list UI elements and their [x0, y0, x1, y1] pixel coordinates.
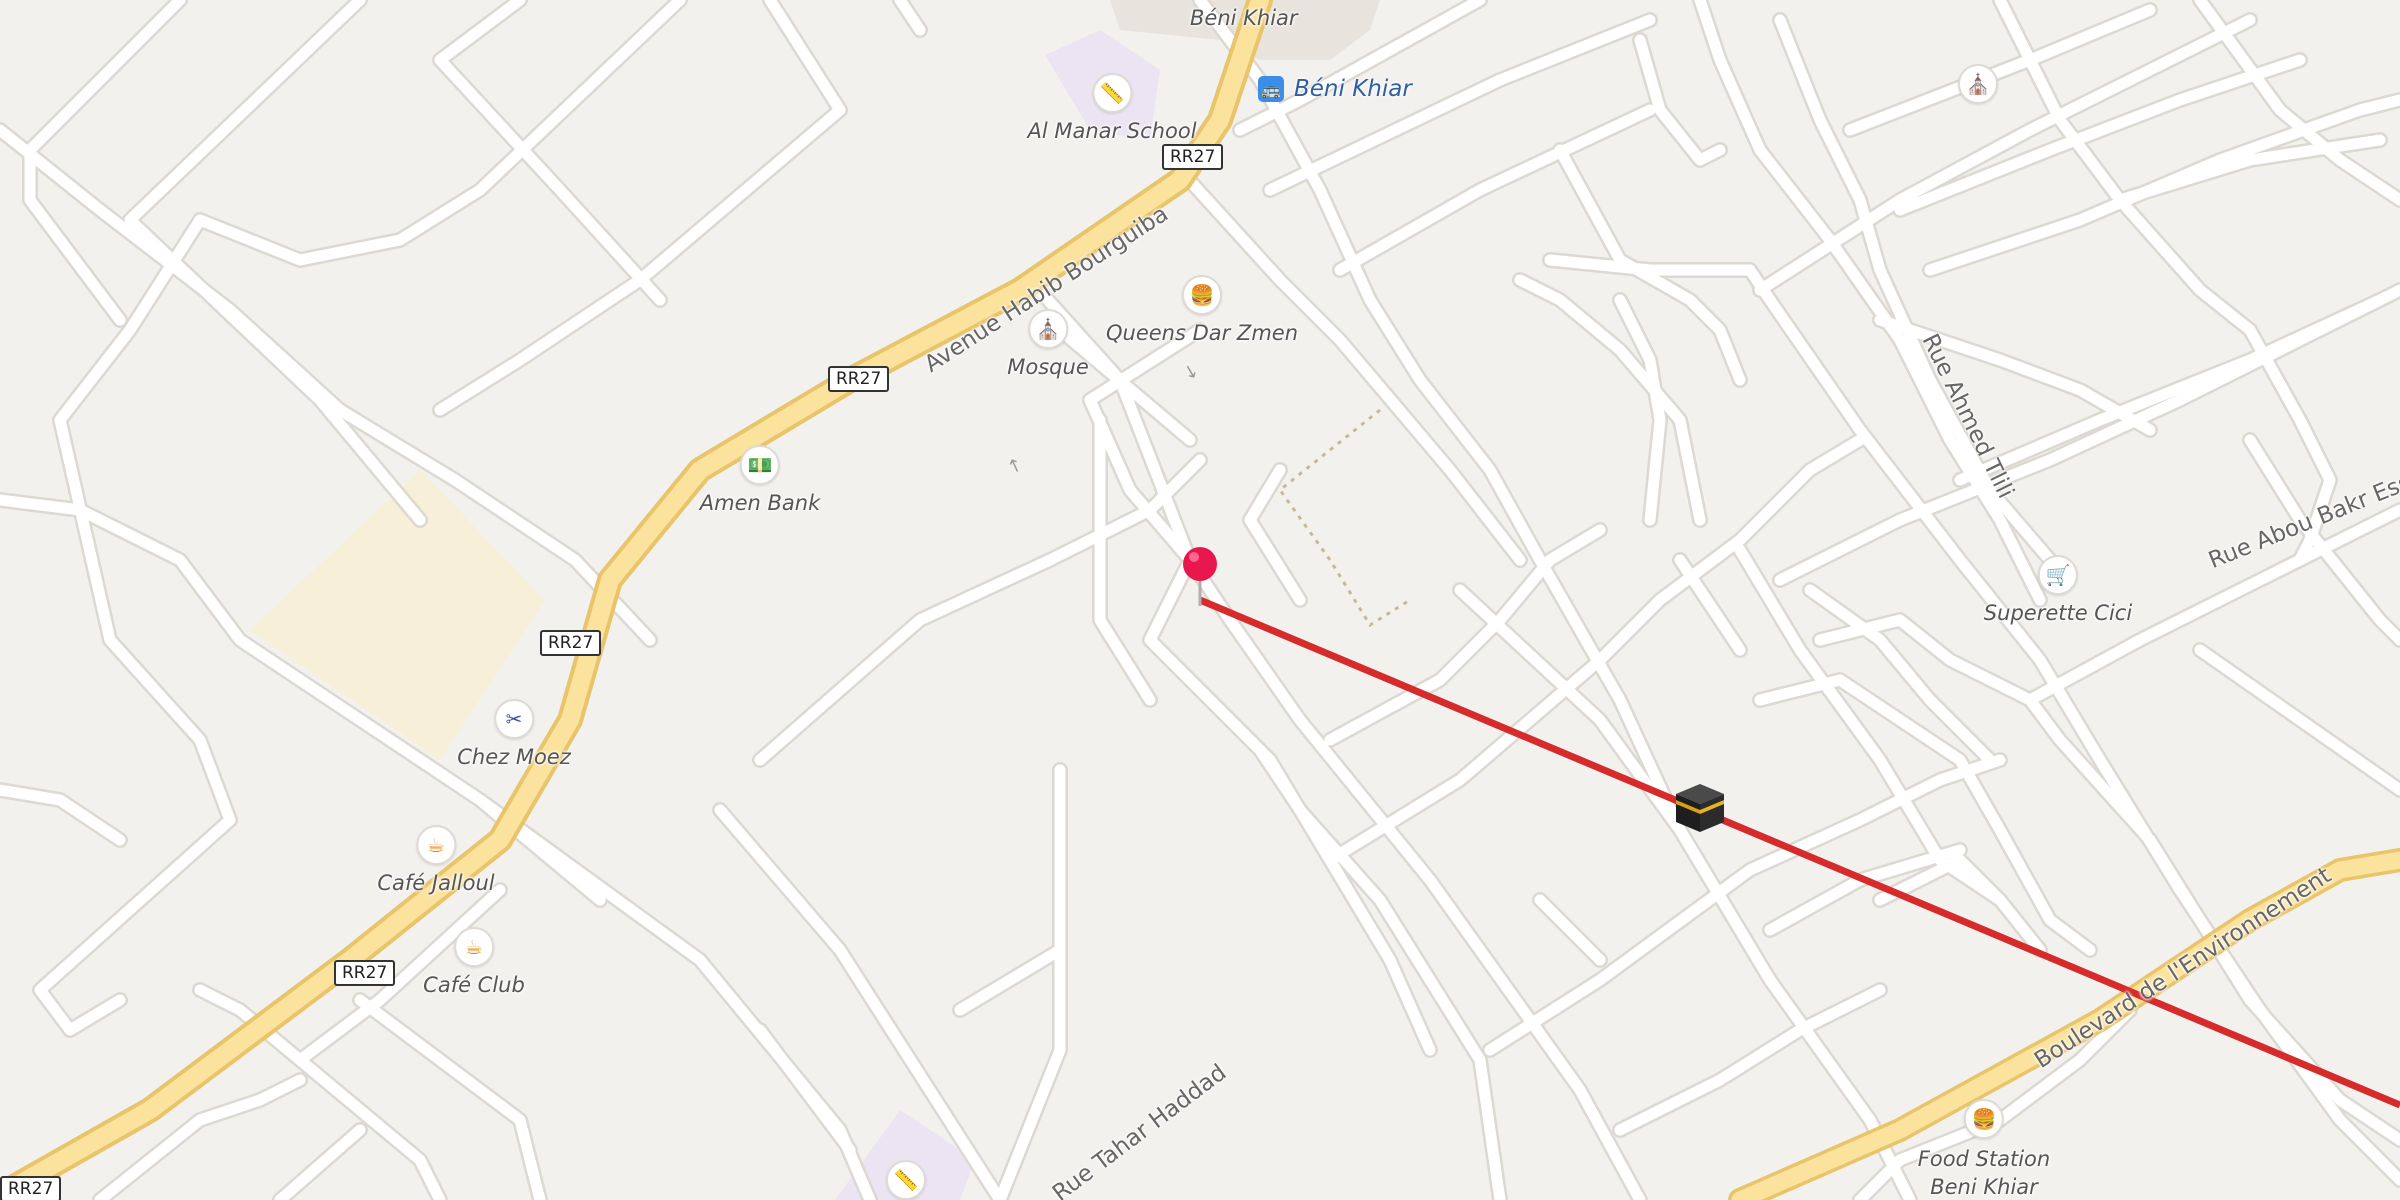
location-pin-icon[interactable] — [1180, 544, 1220, 612]
poi-superette-cici[interactable]: 🛒 Superette Cici — [1984, 555, 2132, 625]
route-shield: RR27 — [828, 366, 890, 392]
bus-stop[interactable]: 🚌 Béni Khiar — [1258, 76, 1412, 102]
mosque-icon: ⛪ — [1958, 64, 1998, 104]
bus-stop-label: Béni Khiar — [1294, 76, 1412, 102]
bank-icon: 💵 — [739, 445, 780, 485]
poi-food-station[interactable]: 🍔 Food Station Beni Khiar — [1918, 1099, 2050, 1200]
burger-icon: 🍔 — [1963, 1099, 2004, 1139]
poi-cafe-jalloul[interactable]: ☕ Café Jalloul — [377, 825, 495, 895]
mosque-icon: ⛪ — [1028, 309, 1068, 349]
poi-label: Mosque — [1007, 355, 1089, 379]
poi-queens-dar-zmen[interactable]: 🍔 Queens Dar Zmen — [1106, 275, 1298, 345]
bus-icon: 🚌 — [1258, 76, 1284, 102]
cart-icon: 🛒 — [2037, 555, 2078, 595]
poi-al-manar-school[interactable]: 📏 Al Manar School — [1027, 73, 1197, 143]
route-shield: RR27 — [334, 960, 396, 986]
route-shield: RR27 — [1162, 144, 1224, 170]
route-shield: RR27 — [540, 630, 602, 656]
poi-label: Amen Bank — [699, 491, 821, 515]
poi-label: Queens Dar Zmen — [1105, 321, 1299, 345]
poi-label: Café Jalloul — [377, 871, 495, 895]
oneway-arrow-icon: → — [1002, 454, 1027, 477]
route-shield: RR27 — [0, 1176, 62, 1200]
poi-mosque[interactable]: ⛪ Mosque — [1007, 309, 1089, 379]
kaaba-icon[interactable] — [1672, 780, 1728, 840]
place-label[interactable]: Béni Khiar — [1190, 6, 1298, 30]
burger-icon: 🍔 — [1182, 275, 1222, 315]
cafe-icon: ☕ — [453, 927, 494, 967]
school-icon: 📏 — [886, 1160, 926, 1200]
cafe-icon: ☕ — [416, 825, 456, 865]
poi-school-2[interactable]: 📏 — [886, 1160, 926, 1200]
poi-cafe-club[interactable]: ☕ Café Club — [423, 927, 525, 997]
poi-label: Food Station Beni Khiar — [1917, 1147, 2051, 1199]
poi-label: Superette Cici — [1983, 601, 2133, 625]
poi-amen-bank[interactable]: 💵 Amen Bank — [700, 445, 820, 515]
poi-mosque-2[interactable]: ⛪ — [1958, 64, 1998, 104]
scissors-icon: ✂ — [493, 699, 534, 739]
poi-chez-moez[interactable]: ✂ Chez Moez — [457, 699, 571, 769]
map-view[interactable]: → → Béni Khiar 🚌 Béni Khiar RR27 RR27 RR… — [0, 0, 2400, 1200]
main-road-casing — [0, 0, 1273, 1200]
poi-label: Al Manar School — [1027, 119, 1197, 143]
poi-label: Chez Moez — [457, 745, 571, 769]
oneway-arrow-icon: → — [1178, 360, 1204, 384]
school-icon: 📏 — [1091, 73, 1132, 113]
main-road — [0, 0, 1269, 1200]
poi-label: Café Club — [423, 973, 525, 997]
